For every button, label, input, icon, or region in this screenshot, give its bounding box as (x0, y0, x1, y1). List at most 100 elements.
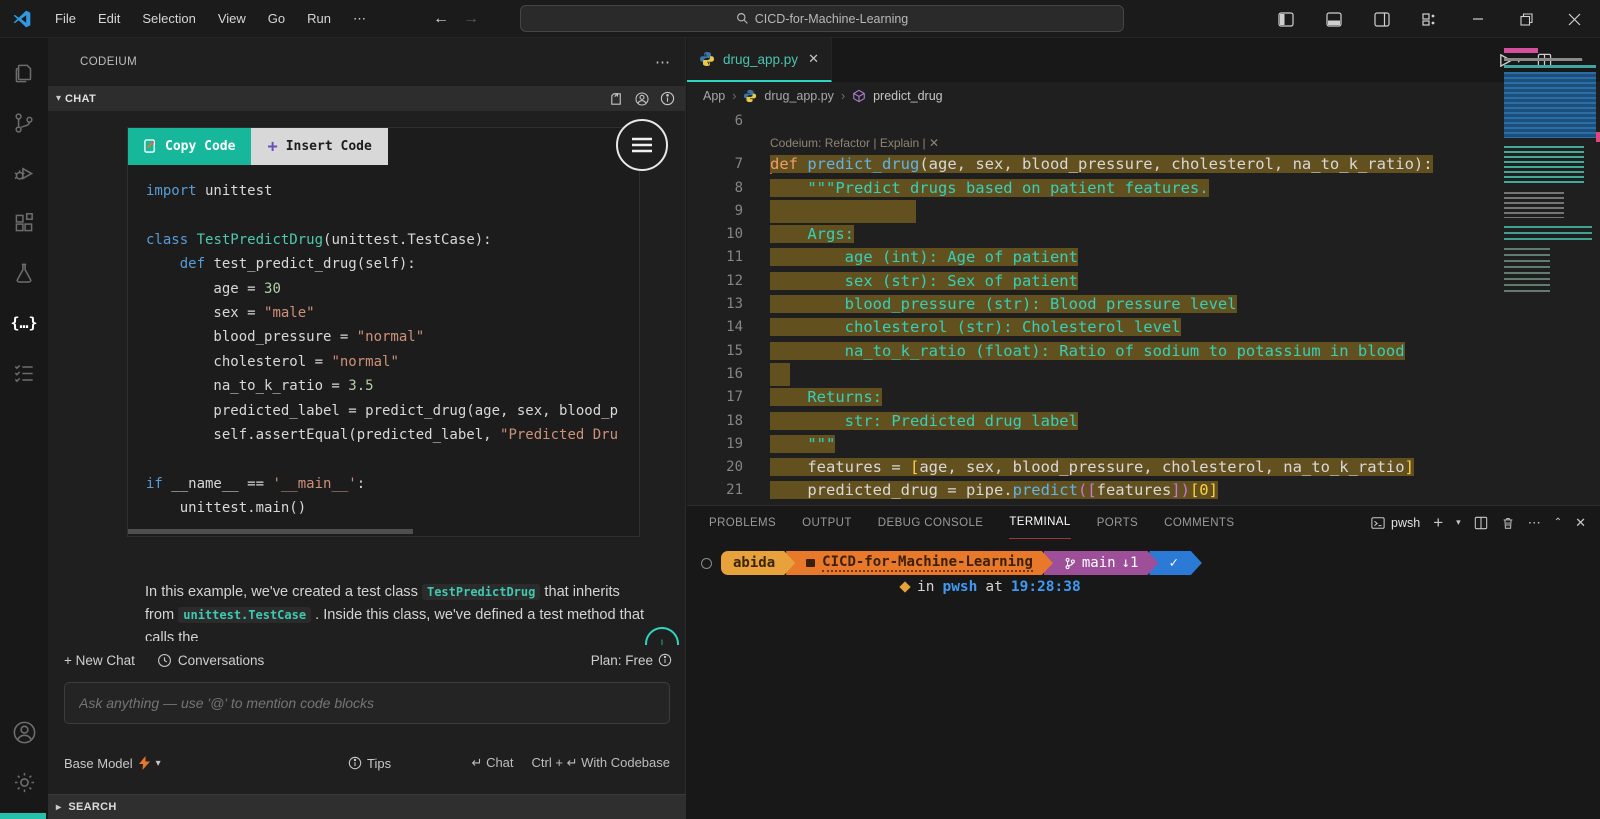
line-number: 21 (726, 482, 743, 499)
testing-icon[interactable] (0, 248, 48, 298)
breadcrumb[interactable]: App › drug_app.py › predict_drug (687, 82, 1600, 110)
code-block-hscrollbar[interactable] (128, 527, 639, 536)
new-terminal-icon[interactable]: + (1433, 513, 1443, 533)
model-selector[interactable]: Base Model ▾ (64, 756, 161, 771)
search-section-header[interactable]: ▸ SEARCH (48, 794, 686, 819)
new-chat-button[interactable]: + New Chat (64, 653, 135, 668)
todo-checklist-icon[interactable] (0, 348, 48, 398)
command-center-search[interactable]: CICD-for-Machine-Learning (520, 5, 1124, 32)
scroll-to-bottom-button[interactable]: ↓ (645, 627, 679, 645)
panel-tab-comments[interactable]: COMMENTS (1164, 506, 1234, 539)
code-line[interactable]: 16 (687, 362, 1600, 387)
editor-code[interactable]: 6 Codeium: Refactor | Explain | ✕ 7 def pre… (687, 110, 1600, 505)
panel-tab-debug-console[interactable]: DEBUG CONSOLE (878, 506, 984, 539)
symbol-cube-icon (852, 89, 866, 103)
toggle-panel-icon[interactable] (1314, 4, 1354, 34)
minimize-icon[interactable] (1458, 4, 1498, 34)
insert-code-button[interactable]: + Insert Code (251, 128, 388, 165)
copy-code-button[interactable]: Copy Code (128, 128, 252, 165)
plan-info-icon[interactable] (658, 653, 672, 667)
chat-code-line: age = 30 (146, 280, 281, 297)
panel-tab-output[interactable]: OUTPUT (802, 506, 852, 539)
code-line[interactable]: 15 na_to_k_ratio (float): Ratio of sodiu… (687, 340, 1600, 363)
code-line[interactable]: 19 """ (687, 433, 1600, 456)
code-line[interactable]: 7 def predict_drug(age, sex, blood_pressu… (687, 153, 1600, 176)
nav-forward-icon[interactable]: → (463, 10, 479, 28)
menu-go[interactable]: Go (259, 7, 294, 31)
breadcrumb-file[interactable]: drug_app.py (764, 89, 834, 103)
line-number: 12 (726, 272, 743, 289)
codelens[interactable]: Codeium: Refactor | Explain | ✕ (687, 133, 1600, 153)
panel-more-icon[interactable]: ⋯ (1528, 515, 1541, 531)
code-line[interactable]: 6 (687, 110, 1600, 133)
export-chat-icon[interactable] (609, 91, 624, 106)
maximize-panel-icon[interactable]: ⌃ (1554, 517, 1562, 528)
code-line[interactable]: 17 Returns: (687, 386, 1600, 409)
menu-selection[interactable]: Selection (133, 7, 204, 31)
code-line[interactable]: 21 predicted_drug = pipe.predict([featur… (687, 479, 1600, 502)
inline-code: TestPredictDrug (421, 584, 541, 600)
sidebar-more-icon[interactable]: ⋯ (655, 53, 671, 71)
settings-gear-icon[interactable] (0, 757, 48, 807)
code-line[interactable]: 12 sex (str): Sex of patient (687, 270, 1600, 293)
codebase-send-hint[interactable]: Ctrl + ↵ With Codebase (532, 755, 670, 771)
toggle-sidebar-icon[interactable] (1266, 4, 1306, 34)
menu-file[interactable]: File (46, 7, 85, 31)
customize-layout-icon[interactable] (1410, 4, 1450, 34)
chat-send-hint[interactable]: ↵ Chat (472, 755, 514, 771)
chat-section-header[interactable]: ▾ CHAT (48, 86, 685, 111)
menu-view[interactable]: View (209, 7, 255, 31)
chat-code-line: predicted_label = predict_drug(age, sex,… (146, 402, 619, 419)
code-line[interactable]: 11 age (int): Age of patient (687, 246, 1600, 269)
panel-tab-terminal[interactable]: TERMINAL (1009, 506, 1071, 539)
history-clock-icon (157, 653, 172, 668)
panel-tab-ports[interactable]: PORTS (1097, 506, 1138, 539)
menu-edit[interactable]: Edit (89, 7, 129, 31)
minimap[interactable] (1498, 40, 1600, 420)
extensions-icon[interactable] (0, 198, 48, 248)
chat-code-line: def test_predict_drug(self): (179, 256, 416, 273)
breadcrumb-symbol[interactable]: predict_drug (873, 89, 943, 103)
nav-back-icon[interactable]: ← (433, 10, 449, 28)
account-icon[interactable] (0, 707, 48, 757)
chat-code-line: unittest.main() (146, 500, 307, 517)
code-line[interactable]: 14 cholesterol (str): Cholesterol level (687, 316, 1600, 339)
code-line[interactable]: 10 Args: (687, 223, 1600, 246)
line-number: 18 (726, 412, 743, 429)
code-line[interactable]: 9 (687, 199, 1600, 224)
source-control-icon[interactable] (0, 98, 48, 148)
chat-input-box[interactable] (64, 682, 670, 724)
tab-close-icon[interactable]: ✕ (808, 51, 819, 67)
kill-terminal-icon[interactable] (1501, 516, 1515, 530)
terminal-content[interactable]: abida CICD-for-Machine-Learning main ↓1 … (687, 539, 1600, 595)
chevron-right-icon: ▸ (56, 801, 62, 813)
menu-run[interactable]: Run (298, 7, 340, 31)
tab-drug-app[interactable]: drug_app.py ✕ (687, 38, 832, 82)
chat-menu-button[interactable] (616, 119, 668, 171)
code-line[interactable]: 20 features = [age, sex, blood_pressure,… (687, 456, 1600, 479)
chat-input-field[interactable] (79, 695, 655, 711)
code-line[interactable]: 18 str: Predicted drug label (687, 410, 1600, 433)
info-icon[interactable] (660, 91, 675, 106)
explorer-icon[interactable] (0, 48, 48, 98)
codeium-icon[interactable]: {…} (0, 298, 48, 348)
conversations-button[interactable]: Conversations (157, 653, 264, 668)
tips-button[interactable]: Tips (348, 756, 391, 771)
chat-code-line (146, 447, 639, 471)
menu-overflow[interactable]: ⋯ (344, 7, 375, 31)
close-panel-icon[interactable]: ✕ (1575, 515, 1586, 531)
prompt-status-circle (701, 557, 712, 569)
restore-icon[interactable] (1506, 4, 1546, 34)
run-debug-icon[interactable] (0, 148, 48, 198)
code-line[interactable]: 13 blood_pressure (str): Blood pressure … (687, 293, 1600, 316)
terminal-instance-pwsh[interactable]: pwsh (1371, 516, 1420, 530)
toggle-secondary-sidebar-icon[interactable] (1362, 4, 1402, 34)
split-terminal-icon[interactable] (1474, 516, 1488, 530)
close-window-icon[interactable] (1554, 4, 1594, 34)
code-line[interactable]: 8 """Predict drugs based on patient feat… (687, 177, 1600, 200)
breadcrumb-root[interactable]: App (703, 89, 725, 103)
chat-code-lines[interactable]: import unittest class TestPredictDrug(un… (128, 165, 639, 527)
panel-tab-problems[interactable]: PROBLEMS (709, 506, 776, 539)
terminal-dropdown-icon[interactable]: ▾ (1456, 517, 1461, 528)
chat-account-icon[interactable] (634, 91, 650, 107)
